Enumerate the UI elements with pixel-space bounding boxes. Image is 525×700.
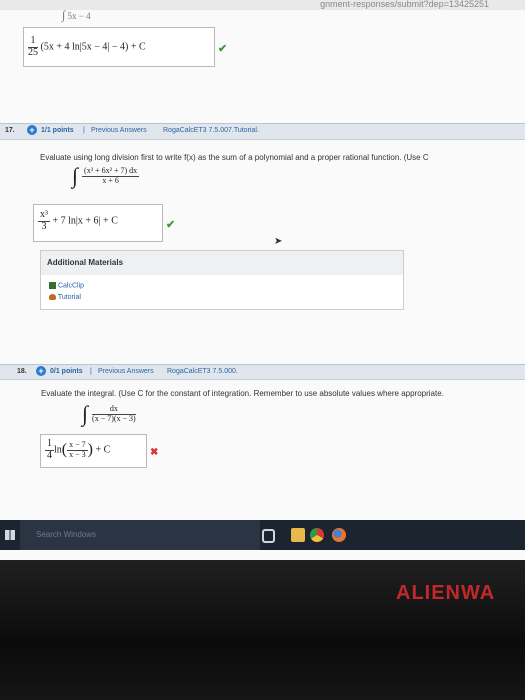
taskbar: Search Windows	[0, 520, 525, 550]
tutorial-icon	[49, 294, 56, 301]
q18-header: 18. + 0/1 points | Previous Answers Roga…	[0, 364, 525, 380]
q16-answer-box: 1 25 (5x + 4 ln|5x − 4| − 4) + C	[23, 27, 215, 67]
integral-denominator: x + 6	[102, 175, 119, 185]
q17-answer-box: x³ 3 + 7 ln|x + 6| + C	[33, 204, 163, 242]
windows-start-icon[interactable]	[5, 530, 15, 540]
previous-residual: ∫ 5x − 4	[62, 8, 91, 22]
question-number: 18.	[17, 368, 27, 375]
question-number: 17.	[5, 127, 15, 134]
previous-answers-link[interactable]: Previous Answers	[91, 127, 147, 134]
q18-inner-fraction: x − 7 x − 3	[67, 440, 88, 459]
points: 0/1 points	[50, 368, 83, 375]
chrome-icon[interactable]	[310, 528, 324, 542]
q18-coef: 1 4	[45, 438, 54, 461]
additional-materials-panel: Additional Materials CalcClip Tutorial	[40, 250, 404, 310]
plus-circle-icon[interactable]: +	[27, 125, 37, 135]
separator: |	[90, 368, 92, 375]
url-text: gnment-responses/submit?dep=13425251	[320, 0, 489, 9]
q18-ln: ln	[54, 444, 62, 456]
q17-cubic-fraction: x³ 3	[38, 209, 50, 232]
tutorial-link[interactable]: Tutorial	[49, 294, 81, 301]
firefox-icon[interactable]	[332, 528, 346, 542]
question-reference: RogaCalcET3 7.5.000.	[167, 368, 238, 375]
search-windows-input[interactable]: Search Windows	[20, 520, 260, 550]
brand-logo: ALIENWA	[396, 582, 496, 604]
laptop-bezel	[0, 560, 525, 700]
q18-answer-rest: + C	[95, 444, 111, 456]
previous-answers-link[interactable]: Previous Answers	[98, 368, 154, 375]
question-reference: RogaCalcET3 7.5.007.Tutorial.	[163, 127, 259, 134]
q17-header: 17. + 1/1 points | Previous Answers Roga…	[0, 123, 525, 140]
file-explorer-icon[interactable]	[291, 528, 305, 542]
q16-coef: 1 25	[28, 35, 38, 58]
integral-denominator: (x − 7)(x − 3)	[92, 413, 136, 423]
points: 1/1 points	[41, 127, 74, 134]
q17-correct-icon: ✔	[166, 219, 176, 231]
q17-prompt: Evaluate using long division first to wr…	[40, 153, 429, 162]
task-view-icon[interactable]	[262, 529, 275, 543]
q18-incorrect-icon: ✖	[150, 447, 159, 458]
separator: |	[83, 127, 85, 134]
calcclip-link[interactable]: CalcClip	[49, 282, 84, 289]
plus-circle-icon[interactable]: +	[36, 366, 46, 376]
q18-prompt: Evaluate the integral. (Use C for the co…	[41, 389, 444, 398]
q18-answer-box: 1 4 ln( x − 7 x − 3 ) + C	[40, 434, 147, 468]
additional-materials-title: Additional Materials	[41, 251, 403, 275]
book-icon	[49, 282, 56, 289]
q16-expression: (5x + 4 ln|5x − 4| − 4) + C	[40, 41, 146, 53]
q16-correct-icon: ✔	[218, 43, 228, 55]
q18-integral: ∫ dx (x − 7)(x − 3)	[82, 401, 136, 426]
mouse-cursor-icon: ➤	[274, 236, 283, 247]
screen: gnment-responses/submit?dep=13425251 ∫ 5…	[0, 0, 525, 560]
residual-text: 5x − 4	[67, 11, 91, 21]
q17-integral: ∫ (x³ + 6x² + 7) dx x + 6	[72, 163, 140, 188]
q17-answer-rest: + 7 ln|x + 6| + C	[52, 215, 118, 227]
